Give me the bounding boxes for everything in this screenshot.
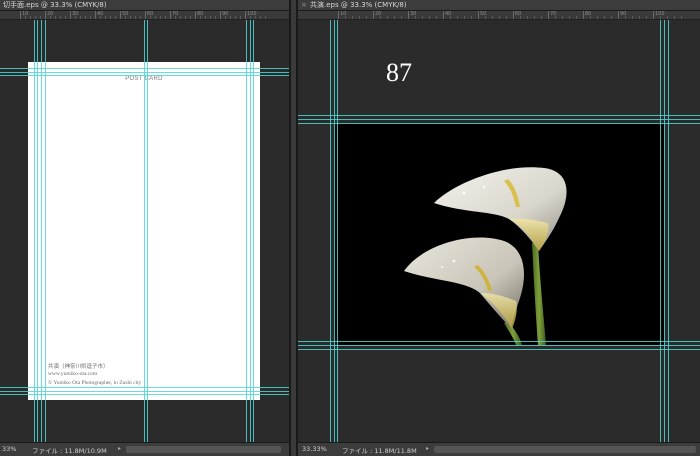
calla-lily-image <box>404 167 567 345</box>
chevron-right-icon[interactable]: ▸ <box>426 445 429 452</box>
guide-vertical[interactable] <box>250 20 251 442</box>
ruler-tick <box>145 11 146 19</box>
ruler-tick <box>583 11 584 19</box>
guide-vertical[interactable] <box>41 20 42 442</box>
panel-splitter[interactable] <box>289 0 298 456</box>
credit-copyright: © Yumiko Ota Photographer, in Zushi city <box>48 380 142 386</box>
guide-vertical[interactable] <box>253 20 254 442</box>
guide-horizontal[interactable] <box>298 119 700 120</box>
guide-vertical[interactable] <box>664 20 665 442</box>
right-document-window[interactable]: × 共演.eps @ 33.3% (CMYK/8) 10 20 30 40 50 60 70… <box>298 0 700 456</box>
guide-horizontal[interactable] <box>298 345 700 346</box>
guide-vertical[interactable] <box>144 20 145 442</box>
guide-horizontal[interactable] <box>0 394 289 395</box>
chevron-right-icon[interactable]: ▸ <box>118 445 121 452</box>
left-status-bar: 33% ファイル : 11.8M/10.9M ▸ <box>0 442 289 456</box>
right-tab-bar[interactable]: × 共演.eps @ 33.3% (CMYK/8) <box>298 0 700 11</box>
left-file-size: ファイル : 11.8M/10.9M <box>32 447 107 455</box>
ruler-tick <box>220 11 221 19</box>
ruler-tick <box>45 11 46 19</box>
ruler-tick <box>548 11 549 19</box>
guide-horizontal[interactable] <box>0 72 289 73</box>
guide-vertical[interactable] <box>37 20 38 442</box>
right-horizontal-ruler[interactable]: 10 20 30 40 50 60 70 80 90 100 <box>298 11 700 20</box>
guide-vertical[interactable] <box>330 20 331 442</box>
guide-horizontal[interactable] <box>0 68 289 69</box>
left-document-window[interactable]: 切手面.eps @ 33.3% (CMYK/8) 10 20 30 40 50 60 70 8… <box>0 0 289 456</box>
ruler-tick <box>338 11 339 19</box>
guide-horizontal[interactable] <box>0 387 289 388</box>
guide-vertical[interactable] <box>337 20 338 442</box>
guide-vertical[interactable] <box>246 20 247 442</box>
guide-horizontal[interactable] <box>298 115 700 116</box>
right-horizontal-scrollbar[interactable] <box>434 446 696 453</box>
left-horizontal-scrollbar[interactable] <box>126 446 281 453</box>
ruler-tick <box>70 11 71 19</box>
ruler-tick <box>618 11 619 19</box>
left-tab-title[interactable]: 切手面.eps @ 33.3% (CMYK/8) <box>3 0 107 10</box>
close-icon[interactable]: × <box>301 0 307 10</box>
guide-vertical[interactable] <box>147 20 148 442</box>
ruler-tick <box>95 11 96 19</box>
ruler-tick <box>373 11 374 19</box>
left-canvas[interactable]: POST CARD 共演（神奈川県逗子市） www.yumiko-ota.com… <box>0 20 289 442</box>
ruler-tick <box>195 11 196 19</box>
ruler-tick <box>478 11 479 19</box>
guide-horizontal[interactable] <box>0 75 289 76</box>
guide-vertical[interactable] <box>668 20 669 442</box>
guide-horizontal[interactable] <box>298 341 700 342</box>
right-file-size: ファイル : 11.8M/11.8M <box>342 447 417 455</box>
ruler-tick <box>513 11 514 19</box>
guide-vertical[interactable] <box>660 20 661 442</box>
right-status-bar: 33.33% ファイル : 11.8M/11.8M ▸ <box>298 442 700 456</box>
page-number: 87 <box>386 58 412 87</box>
ruler-tick <box>245 11 246 19</box>
ruler-tick <box>120 11 121 19</box>
left-tab-bar[interactable]: 切手面.eps @ 33.3% (CMYK/8) <box>0 0 289 11</box>
guide-vertical[interactable] <box>45 20 46 442</box>
guide-horizontal[interactable] <box>0 391 289 392</box>
ruler-tick <box>170 11 171 19</box>
ruler-tick <box>408 11 409 19</box>
guide-horizontal[interactable] <box>298 123 700 124</box>
right-tab-title[interactable]: 共演.eps @ 33.3% (CMYK/8) <box>310 0 407 10</box>
guide-horizontal[interactable] <box>298 349 700 350</box>
left-zoom-level[interactable]: 33% <box>2 445 16 453</box>
ruler-tick <box>653 11 654 19</box>
credit-website: www.yumiko-ota.com <box>48 371 98 377</box>
guide-vertical[interactable] <box>334 20 335 442</box>
guide-vertical[interactable] <box>34 20 35 442</box>
right-zoom-level[interactable]: 33.33% <box>302 445 327 453</box>
calla-lily-photo <box>334 123 664 345</box>
ruler-tick <box>443 11 444 19</box>
left-horizontal-ruler[interactable]: 10 20 30 40 50 60 70 80 90 100 <box>0 11 289 20</box>
right-canvas[interactable]: 87 <box>298 20 700 442</box>
ruler-tick <box>20 11 21 19</box>
credit-title: 共演（神奈川県逗子市） <box>48 364 109 370</box>
